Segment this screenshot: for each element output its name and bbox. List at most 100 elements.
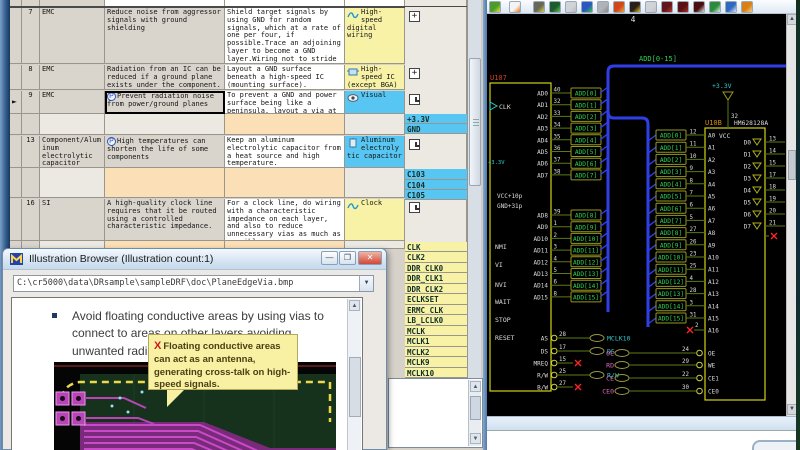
clock-net-subitem[interactable]: DDR_CLK1 (405, 273, 467, 284)
illustration-path-combobox[interactable]: C:\cr5000\data\DRsample\sampleDRF\doc\Pl… (13, 275, 374, 292)
schematic-vscrollbar[interactable]: ▲ ▼ (786, 14, 796, 416)
tool-zoom-icon[interactable] (725, 1, 737, 13)
tool-undo-icon[interactable] (509, 1, 521, 13)
clock-net-subitem[interactable]: DDR_CLK0 (405, 263, 467, 274)
pin-number: 4 (554, 256, 558, 262)
pin-name: A6 (708, 206, 716, 213)
restore-button[interactable]: ❐ (339, 251, 356, 265)
expand-plus-icon[interactable]: + (409, 68, 420, 79)
tool-disabled2-icon[interactable] (645, 1, 657, 13)
clock-net-subitem[interactable]: CLK2 (405, 252, 467, 263)
pin-name: MREQ (534, 361, 549, 368)
tool-run-icon[interactable] (489, 1, 501, 13)
description-cell[interactable]: A high-quality clock line requires that … (105, 199, 225, 241)
net-subitem[interactable]: +3.3V (405, 114, 467, 124)
tool-grid-icon[interactable] (533, 1, 545, 13)
pin-number: 37 (554, 158, 561, 164)
offpage-net-label: CE (606, 375, 614, 383)
clock-net-subitem[interactable]: MCLK9 (405, 357, 467, 368)
clock-net-subitem[interactable]: ECLKSET (405, 294, 467, 305)
tool-folder-icon[interactable] (741, 1, 753, 13)
countermeasure-cell (225, 168, 345, 198)
row-selector[interactable] (10, 136, 22, 168)
tool-palette-icon[interactable] (581, 1, 593, 13)
panel-scrollbar[interactable]: ▲ ▼ (468, 380, 481, 446)
offpage-connector-icon (590, 348, 604, 355)
schematic-hscrollbar[interactable] (487, 416, 796, 430)
description-cell[interactable]: Reduce noise from aggressor signals with… (105, 8, 225, 64)
pin-name: A9 (708, 242, 716, 249)
clock-net-subitem[interactable]: CLK (405, 242, 467, 253)
tag-cell[interactable]: Clock (345, 199, 405, 241)
tag-cell[interactable]: High-speed digital wiring (345, 8, 405, 64)
table-scrollbar[interactable] (467, 0, 481, 378)
expand-plus-icon[interactable]: + (409, 11, 420, 22)
tool-erc1-icon[interactable] (661, 1, 673, 13)
titlebar[interactable]: Illustration Browser (Illustration count… (3, 249, 386, 270)
offpage-connector-icon (615, 350, 629, 357)
scroll-up-icon[interactable]: ▲ (470, 381, 481, 392)
offpage-net-label: RD (606, 362, 614, 370)
tool-pads-icon[interactable] (613, 1, 625, 13)
tag-cell[interactable]: Visual (345, 91, 405, 114)
description-cell[interactable]: PPrevent radiation noise from power/grou… (105, 91, 225, 114)
address-bus-branch (608, 112, 648, 327)
illustration-browser-window: Illustration Browser (Illustration count… (2, 248, 387, 450)
close-button[interactable]: ✕ (358, 251, 382, 265)
tool-net-icon[interactable] (629, 1, 641, 13)
pin-name: AD8 (537, 213, 548, 220)
tag-cell[interactable]: Aluminum electrolytic capacitor (345, 136, 405, 168)
clock-net-subitem[interactable]: MCLK2 (405, 347, 467, 358)
clock-net-subitem[interactable]: MCLK1 (405, 336, 467, 347)
tool-check-icon[interactable] (709, 1, 721, 13)
description-cell[interactable]: Radiation from an IC can be reduced if a… (105, 65, 225, 90)
net-subitem[interactable]: C105 (405, 190, 467, 200)
tag-cell[interactable]: High-speed IC (except BGA) (345, 65, 405, 90)
table-scrollbar-thumb[interactable] (469, 58, 481, 186)
collapse-corner-icon[interactable] (409, 94, 420, 105)
collapse-corner-icon[interactable] (409, 202, 420, 213)
row-selector[interactable] (10, 199, 22, 241)
tag-cell (345, 168, 405, 198)
wave-icon (347, 10, 359, 20)
tool-erc2-icon[interactable] (677, 1, 689, 13)
desktop-edge (796, 0, 800, 450)
pin-number: 32 (554, 99, 561, 105)
net-label: ADD[6] (660, 206, 682, 213)
tool-block-icon[interactable] (597, 1, 609, 13)
clock-net-subitem[interactable]: MCLK (405, 326, 467, 337)
row-selector[interactable] (10, 65, 22, 90)
clock-net-subitem[interactable]: MCLK10 (405, 368, 467, 379)
net-subitem[interactable]: GND (405, 124, 467, 134)
net-label: ADD[11] (573, 248, 599, 255)
tool-erc3-icon[interactable] (693, 1, 705, 13)
clock-net-subitem[interactable]: LB_LCLK0 (405, 315, 467, 326)
pin-name: AD6 (537, 161, 548, 168)
net-subitem[interactable]: C103 (405, 169, 467, 180)
row-selector[interactable] (10, 8, 22, 64)
schematic-canvas[interactable]: 4 ADD[0-15]U107CLK+3.3VVCC+10pGND+31pNMI… (487, 14, 786, 416)
clock-net-subitem[interactable]: DDR_CLK2 (405, 284, 467, 295)
scroll-down-icon[interactable]: ▼ (470, 433, 481, 444)
browser-scrollbar[interactable]: ▲ (347, 299, 361, 450)
callout-text: Floating conductive areas can act as an … (154, 341, 290, 390)
description-cell[interactable]: PHigh temperatures can shorten the life … (105, 136, 225, 168)
pin-name: A16 (708, 328, 719, 335)
clock-net-subitem[interactable]: ERMC_CLK (405, 305, 467, 316)
minimize-button[interactable]: — (321, 251, 338, 265)
row-selector[interactable]: ► (10, 91, 22, 114)
panel-scrollbar-thumb[interactable] (470, 396, 481, 420)
chevron-down-icon[interactable]: ▼ (359, 276, 373, 291)
pin-name: AD14 (534, 283, 549, 290)
scroll-up-icon[interactable]: ▲ (349, 300, 360, 311)
pin-number: 22 (682, 372, 689, 378)
net-subitem[interactable]: C104 (405, 180, 467, 191)
schematic-vscrollbar-thumb[interactable] (788, 150, 796, 180)
tool-disabled1-icon[interactable] (565, 1, 577, 13)
tool-layers-icon[interactable] (549, 1, 561, 13)
pin-name: RESET (495, 334, 515, 342)
collapse-corner-icon[interactable] (409, 139, 420, 150)
pin-name: AD9 (537, 224, 548, 231)
schematic-toolbar (487, 0, 796, 14)
browser-scrollbar-thumb[interactable] (349, 357, 361, 417)
